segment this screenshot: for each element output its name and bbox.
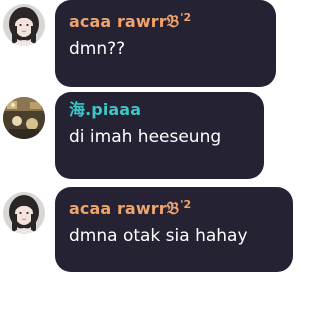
avatar-piaaa[interactable]	[3, 97, 45, 139]
sender-name[interactable]: acaa rawrr𝔅'2	[69, 195, 279, 219]
message-text: dmn??	[69, 39, 126, 59]
badge-text: '2	[180, 198, 192, 211]
sender-name[interactable]: acaa rawrr𝔅'2	[69, 8, 262, 32]
sender-name-text: acaa rawrr	[69, 12, 167, 31]
badge-text: '2	[180, 11, 192, 24]
message-text: dmna otak sia hahay	[69, 226, 248, 246]
sender-name[interactable]: 海.piaaa	[69, 100, 250, 120]
avatar-acaa[interactable]	[3, 192, 45, 234]
profile-photo-girl-icon	[3, 192, 45, 234]
badge-glyph: 𝔅	[166, 199, 180, 219]
profile-photo-room-icon	[3, 97, 45, 139]
message-bubble: 海.piaaa di imah heeseung	[55, 92, 264, 179]
sender-name-text: acaa rawrr	[69, 199, 167, 218]
message-text: di imah heeseung	[69, 127, 222, 147]
message-bubble: acaa rawrr𝔅'2 dmna otak sia hahay	[55, 187, 293, 272]
avatar-acaa[interactable]	[3, 4, 45, 46]
profile-photo-girl-icon	[3, 4, 45, 46]
badge-glyph: 𝔅	[166, 12, 180, 32]
sender-name-text: 海.piaaa	[69, 100, 142, 119]
message-bubble: acaa rawrr𝔅'2 dmn??	[55, 0, 276, 87]
